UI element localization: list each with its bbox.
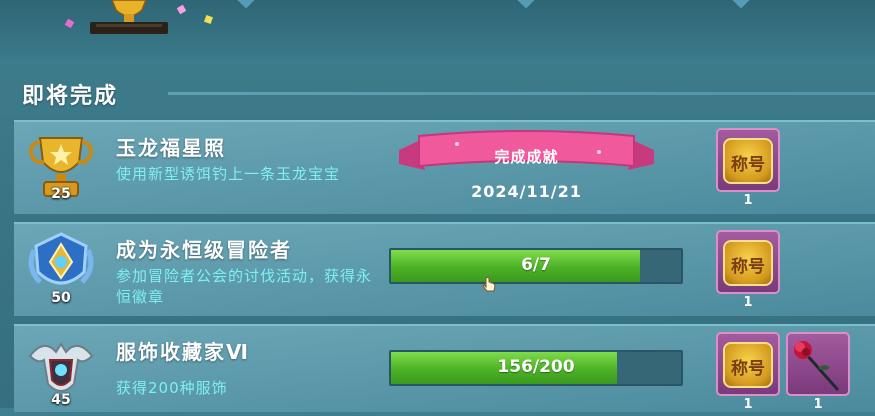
achievement-row[interactable]: 45 服饰收藏家Ⅵ 获得200种服饰 156/200 称号 1 1 [14, 324, 875, 412]
decor-diamond [517, 0, 535, 9]
red-rose-icon [794, 341, 840, 391]
section-title: 即将完成 [22, 84, 119, 109]
badge-level: 25 [51, 186, 71, 202]
blue-shield-emblem-icon: 50 [26, 232, 96, 310]
progress-bar: 6/7 [389, 248, 683, 284]
confetti-icon [204, 15, 213, 24]
achievement-row[interactable]: 50 成为永恒级冒险者 参加冒险者公会的讨伐活动，获得永恒徽章 6/7 称号 1 [14, 222, 875, 316]
reward-rose[interactable] [786, 332, 850, 396]
trophy-icon [90, 0, 168, 34]
badge-level: 50 [51, 290, 71, 306]
achievement-row[interactable]: 25 玉龙福星照 使用新型诱饵钓上一条玉龙宝宝 完成成就 2024/11/21 … [14, 120, 875, 214]
reward-count: 1 [743, 295, 753, 310]
achievement-title: 成为永恒级冒险者 [116, 238, 292, 262]
confetti-icon [176, 4, 187, 15]
reward-title-plate[interactable]: 称号 [716, 230, 780, 294]
reward-title-plate[interactable]: 称号 [716, 128, 780, 192]
hand-cursor-icon [482, 277, 496, 292]
reward-count: 1 [743, 193, 753, 208]
reward-title-plate[interactable]: 称号 [716, 332, 780, 396]
progress-text: 6/7 [521, 255, 551, 275]
progress-text: 156/200 [497, 357, 575, 377]
gold-trophy-icon: 25 [26, 130, 96, 208]
completed-date: 2024/11/21 [471, 182, 582, 201]
title-plate-icon: 称号 [723, 138, 773, 184]
reward-count: 1 [743, 397, 753, 412]
section-divider [168, 92, 875, 95]
completed-label: 完成成就 [494, 148, 559, 166]
achievement-title: 服饰收藏家Ⅵ [116, 340, 250, 364]
achievement-description: 使用新型诱饵钓上一条玉龙宝宝 [116, 165, 341, 183]
decor-diamond [732, 0, 750, 9]
top-banner [0, 0, 875, 60]
reward-count: 1 [813, 397, 823, 412]
progress-bar: 156/200 [389, 350, 683, 386]
confetti-icon [64, 18, 75, 29]
title-plate-icon: 称号 [723, 342, 773, 388]
title-plate-icon: 称号 [723, 240, 773, 286]
badge-level: 45 [51, 392, 71, 408]
achievement-description: 获得200种服饰 [116, 379, 228, 397]
decor-diamond [237, 0, 255, 9]
achievement-description: 参加冒险者公会的讨伐活动，获得永恒徽章 [116, 267, 373, 306]
winged-crest-icon: 45 [26, 334, 96, 412]
achievement-title: 玉龙福星照 [116, 136, 226, 160]
